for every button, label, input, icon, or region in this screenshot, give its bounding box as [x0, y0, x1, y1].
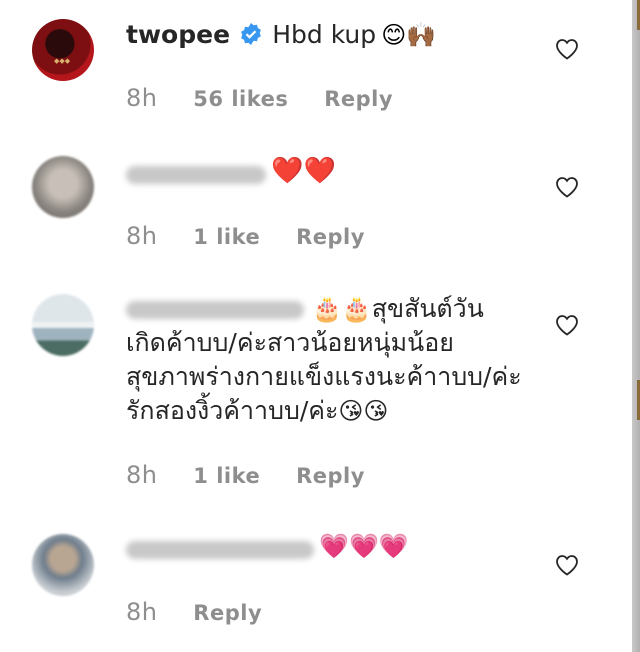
verified-badge-icon [241, 23, 262, 45]
comment-meta: 8h 1 like Reply [126, 222, 393, 250]
comment-emojis: ❤️❤️ [271, 156, 336, 186]
comment-text: 🎂🎂สุขสันต์วัน [126, 292, 526, 326]
comment-text: Hbd kup [272, 20, 377, 49]
window-edge [632, 0, 640, 652]
reply-button[interactable]: Reply [296, 225, 365, 249]
avatar-logo: ◆◆◆ [54, 57, 71, 65]
comment-body: twopee Hbd kup 😊🙌🏾 [126, 18, 436, 52]
like-count[interactable]: 56 likes [193, 87, 288, 111]
comment-text-line-2: เกิดค้าบบ/ค่ะสาวน้อยหนุ่มน้อย [126, 328, 454, 357]
heart-outline-icon[interactable] [555, 38, 579, 60]
comment-username[interactable]: twopee [126, 20, 230, 49]
like-count[interactable]: 1 like [193, 225, 260, 249]
comment-lead-emojis: 🎂🎂 [311, 295, 372, 323]
comment-time[interactable]: 8h [126, 598, 157, 626]
comment-username-blurred[interactable] [126, 540, 314, 559]
like-count[interactable]: 1 like [193, 464, 260, 488]
comment-text-line-3: สุขภาพร่างกายแข็งแรงนะค้าาบบ/ค่ะ [126, 362, 522, 391]
comment-meta: 8h Reply [126, 598, 290, 626]
heart-outline-icon[interactable] [555, 554, 579, 576]
comment-text-line-4: รักสองงิ้วค้าาบบ/ค่ะ [126, 396, 339, 425]
reply-button[interactable]: Reply [193, 601, 262, 625]
avatar[interactable] [32, 294, 94, 356]
comment-tail-emojis: 😘😘 [338, 397, 389, 425]
avatar[interactable]: ◆◆◆ [32, 19, 94, 81]
comment-body: 🎂🎂สุขสันต์วัน เกิดค้าบบ/ค่ะสาวน้อยหนุ่มน… [126, 292, 526, 428]
comment-username-blurred[interactable] [126, 301, 304, 319]
comment-time[interactable]: 8h [126, 84, 157, 112]
reply-button[interactable]: Reply [324, 87, 393, 111]
comment-emojis: 💗💗💗 [319, 532, 409, 560]
comment-body: ❤️❤️ [126, 156, 336, 186]
comment-text: รักสองงิ้วค้าาบบ/ค่ะ😘😘 [126, 394, 526, 428]
heart-outline-icon[interactable] [555, 314, 579, 336]
comments-panel: ◆◆◆ twopee Hbd kup 😊🙌🏾 8h 56 likes Reply… [0, 0, 632, 652]
comment-username-blurred[interactable] [126, 165, 266, 184]
avatar[interactable] [32, 534, 94, 596]
comment-meta: 8h 56 likes Reply [126, 84, 421, 112]
reply-button[interactable]: Reply [296, 464, 365, 488]
comment-emojis: 😊🙌🏾 [381, 21, 437, 49]
heart-outline-icon[interactable] [555, 176, 579, 198]
comment-text-line-1: สุขสันต์วัน [371, 294, 484, 323]
comment-time[interactable]: 8h [126, 461, 157, 489]
avatar[interactable] [32, 156, 94, 218]
comment-body: 💗💗💗 [126, 532, 409, 560]
comment-time[interactable]: 8h [126, 222, 157, 250]
comment-meta: 8h 1 like Reply [126, 461, 393, 489]
